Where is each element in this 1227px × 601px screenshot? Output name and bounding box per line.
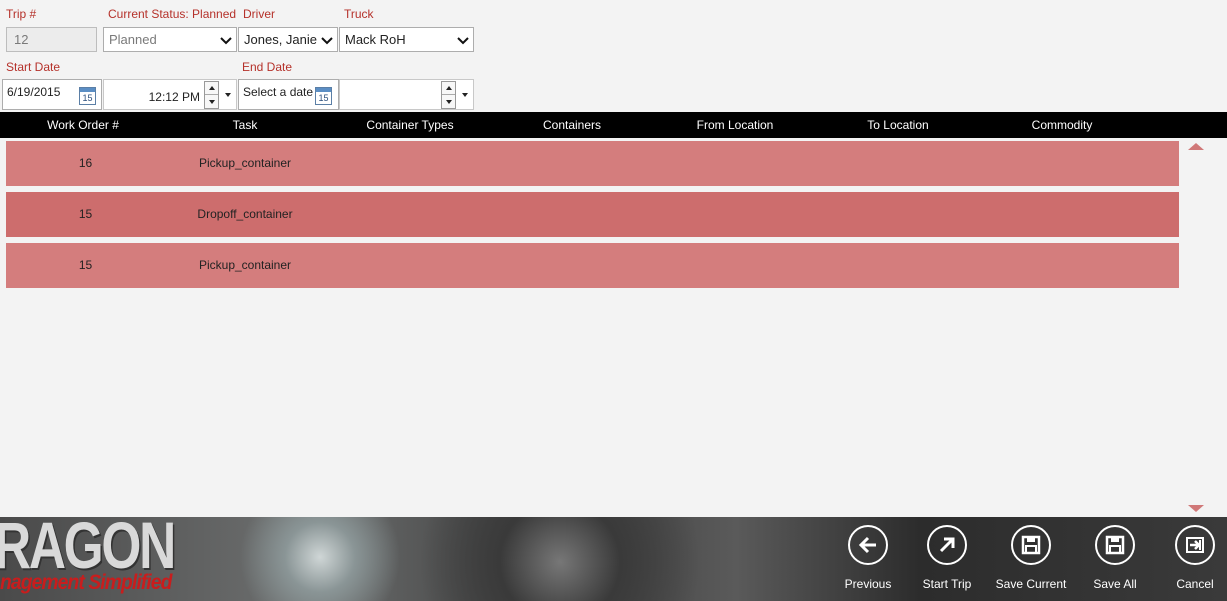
status-select[interactable]: Planned	[103, 27, 237, 52]
task-cell: Pickup_container	[198, 258, 292, 272]
time-spinner[interactable]	[441, 81, 456, 109]
chevron-down-icon	[321, 36, 333, 44]
start-time-picker[interactable]: 12:12 PM	[103, 79, 237, 110]
spin-down-icon[interactable]	[205, 95, 218, 108]
start-date-value: 6/19/2015	[7, 85, 61, 99]
trip-number-value: 12	[14, 32, 29, 47]
scroll-down-arrow-icon[interactable]	[1188, 505, 1204, 512]
task-cell: Dropoff_container	[197, 207, 293, 221]
column-header-from-location[interactable]: From Location	[670, 112, 800, 138]
column-header-work-order[interactable]: Work Order #	[28, 112, 138, 138]
status-select-value: Planned	[109, 32, 157, 47]
column-header-commodity[interactable]: Commodity	[1002, 112, 1122, 138]
start-trip-button[interactable]: Start Trip	[905, 517, 989, 601]
diagonal-arrow-icon	[927, 525, 967, 565]
app-bar: RAGON nagement Simplified Previous Start…	[0, 517, 1227, 601]
time-spinner[interactable]	[204, 81, 219, 109]
task-cell: Pickup_container	[198, 156, 292, 170]
work-order-cell: 16	[78, 156, 93, 170]
save-current-button[interactable]: Save Current	[989, 517, 1073, 601]
table-row[interactable]: 15 Dropoff_container	[6, 192, 1179, 237]
save-icon	[1011, 525, 1051, 565]
start-date-label: Start Date	[6, 60, 61, 74]
save-all-button[interactable]: Save All	[1073, 517, 1157, 601]
save-all-button-label: Save All	[1093, 577, 1137, 591]
column-header-container-types[interactable]: Container Types	[340, 112, 480, 138]
status-label: Current Status: Planned	[108, 7, 237, 21]
brand-tagline: nagement Simplified	[0, 571, 172, 594]
cancel-button[interactable]: Cancel	[1153, 517, 1227, 601]
table-row[interactable]: 15 Pickup_container	[6, 243, 1179, 288]
start-time-value: 12:12 PM	[148, 90, 200, 104]
truck-select[interactable]: Mack RoH	[339, 27, 474, 52]
start-date-picker[interactable]: 6/19/2015 15	[2, 79, 102, 110]
save-icon	[1095, 525, 1135, 565]
table-row[interactable]: 16 Pickup_container	[6, 141, 1179, 186]
truck-select-value: Mack RoH	[345, 32, 406, 47]
spin-up-icon[interactable]	[442, 82, 455, 95]
spin-down-icon[interactable]	[442, 95, 455, 108]
table-header: Work Order # Task Container Types Contai…	[0, 112, 1227, 138]
time-dropdown-icon[interactable]	[459, 89, 471, 101]
driver-select[interactable]: Jones, Janie	[238, 27, 338, 52]
spin-up-icon[interactable]	[205, 82, 218, 95]
calendar-icon[interactable]: 15	[79, 87, 96, 105]
scroll-up-arrow-icon[interactable]	[1188, 143, 1204, 150]
work-order-cell: 15	[78, 258, 93, 272]
back-arrow-icon	[848, 525, 888, 565]
end-time-picker[interactable]	[339, 79, 474, 110]
exit-icon	[1175, 525, 1215, 565]
chevron-down-icon	[220, 36, 232, 44]
trip-label: Trip #	[6, 7, 37, 21]
start-trip-button-label: Start Trip	[922, 577, 972, 591]
end-date-placeholder: Select a date	[243, 85, 314, 99]
truck-label: Truck	[344, 7, 374, 21]
work-order-cell: 15	[78, 207, 93, 221]
column-header-task[interactable]: Task	[190, 112, 300, 138]
chevron-down-icon	[457, 36, 469, 44]
calendar-icon[interactable]: 15	[315, 87, 332, 105]
end-date-picker[interactable]: Select a date 15	[238, 79, 339, 110]
time-dropdown-icon[interactable]	[222, 89, 234, 101]
cancel-button-label: Cancel	[1176, 577, 1214, 591]
driver-select-value: Jones, Janie	[244, 32, 317, 47]
previous-button[interactable]: Previous	[826, 517, 910, 601]
save-current-button-label: Save Current	[995, 577, 1067, 591]
driver-label: Driver	[243, 7, 275, 21]
column-header-to-location[interactable]: To Location	[838, 112, 958, 138]
previous-button-label: Previous	[844, 577, 892, 591]
column-header-containers[interactable]: Containers	[512, 112, 632, 138]
trip-number-field: 12	[6, 27, 97, 52]
end-date-label: End Date	[242, 60, 293, 74]
